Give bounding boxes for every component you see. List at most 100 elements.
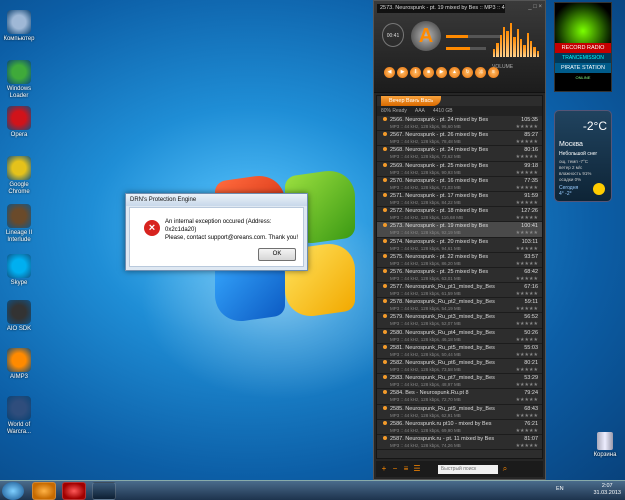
playlist-row[interactable]: 2578. Neurospunk_Ru_pt2_mixed_by_Bes 59:1… [377,298,542,314]
next-icon[interactable]: ▶ [436,67,447,78]
playlist-menu-icon[interactable]: ☰ [413,465,421,473]
playlist-row[interactable]: 2586. Neurospunk.ru pt10 - mixed by Bes 7… [377,420,542,435]
playlist-row[interactable]: 2579. Neurospunk_Ru_pt3_mixed_by_Bes 56:5… [377,313,542,329]
radio-station-2[interactable]: TRANCEMISSION [555,53,611,63]
track-name: 2581. Neurospunk_Ru_pt5_mixed_by_Bes [383,344,542,352]
playlist-tab[interactable]: Вечер Ванъ Вась [381,96,441,106]
aimp-taskbar-icon[interactable] [32,482,56,500]
rating-stars[interactable]: ★★★★★ [516,321,538,327]
playlist-row[interactable]: 2583. Neurospunk_Ru_pt7_mixed_by_Bes 53:2… [377,374,542,390]
playlist-row[interactable]: 2575. Neurospunk - pt. 22 mixed by Bes 93… [377,253,542,268]
playlist-row[interactable]: 2572. Neurospunk - pt. 18 mixed by Bes 12… [377,207,542,223]
playlist-row[interactable]: 2587. Neurospunk.ru - pt. 11 mixed by Be… [377,435,542,451]
playlist-row[interactable]: 2585. Neurospunk_Ru_pt9_mixed_by_Bes 68:4… [377,405,542,420]
rating-stars[interactable]: ★★★★★ [516,154,538,160]
language-indicator[interactable]: EN [556,486,564,492]
playlist-row[interactable]: 2577. Neurospunk_Ru_pt1_mixed_by_Bes 67:1… [377,283,542,299]
rating-stars[interactable]: ★★★★★ [516,185,538,191]
play-icon[interactable]: ▶ [397,67,408,78]
open-icon[interactable]: ▲ [449,67,460,78]
window-controls[interactable]: _ □ × [528,4,542,10]
rating-stars[interactable]: ★★★★★ [516,428,538,434]
rating-stars[interactable]: ★★★★★ [516,443,538,449]
shuffle-icon[interactable]: ⤨ [475,67,486,78]
playlist-row[interactable]: 2566. Neurospunk - pt. 24 mixed by Bes 10… [377,116,542,132]
playlist-row[interactable]: 2576. Neurospunk - pt. 25 mixed by Bes 68… [377,268,542,284]
time-display[interactable]: 00:41 [382,23,404,47]
desktop-icon[interactable]: Windows Loader [1,60,37,100]
desktop-icon-label: World of Warcra... [6,422,32,435]
rating-stars[interactable]: ★★★★★ [516,306,538,312]
desktop-icon[interactable]: Компьютер [1,10,37,43]
rating-stars[interactable]: ★★★★★ [516,291,538,297]
opera-taskbar-icon[interactable] [62,482,86,500]
ok-button[interactable]: OK [258,248,296,261]
quick-search-input[interactable]: Быстрый поиск [438,464,498,474]
stop-icon[interactable]: ■ [423,67,434,78]
playlist-row[interactable]: 2580. Neurospunk_Ru_pt4_mixed_by_Bes 50:2… [377,329,542,344]
app-taskbar-icon[interactable] [92,482,116,500]
playlist-size: 4410 GB [432,108,453,114]
recycle-bin[interactable]: Корзина [590,432,620,458]
clock[interactable]: 2:07 31.03.2013 [593,483,621,497]
rating-stars[interactable]: ★★★★★ [516,352,538,358]
playlist-row[interactable]: 2584. Bes - Neurospunk.Ru.pt 8 79:24 MP3 :… [377,389,542,405]
desktop-icon-label: Opera [10,132,28,138]
track-name: 2574. Neurospunk - pt. 20 mixed by Bes [383,238,542,246]
desktop-icon[interactable]: AIMP3 [1,348,37,381]
rating-stars[interactable]: ★★★★★ [516,397,538,403]
rating-stars[interactable]: ★★★★★ [516,170,538,176]
playlist-row[interactable]: 2571. Neurospunk - pt. 17 mixed by Bes 91… [377,192,542,208]
track-name: 2570. Neurospunk - pt. 16 mixed by Bes [383,177,542,185]
spectrum-bar [526,33,529,57]
playlist-row[interactable]: 2573. Neurospunk - pt. 19 mixed by Bes 10… [377,222,542,238]
weather-day-temp: 4° -2° [559,191,572,197]
weather-gadget[interactable]: -2°C Москва Небольшой снег ощ. темп -7°C… [554,110,612,202]
rating-stars[interactable]: ★★★★★ [516,367,538,373]
prev-icon[interactable]: ◀ [384,67,395,78]
rating-stars[interactable]: ★★★★★ [516,200,538,206]
desktop-icon[interactable]: World of Warcra... [1,396,37,436]
radio-station-1[interactable]: RECORD RADIO [555,43,611,53]
rating-stars[interactable]: ★★★★★ [516,413,538,419]
desktop-icon[interactable]: Skype [1,254,37,287]
eq-icon[interactable]: ≡ [488,67,499,78]
radio-station-3[interactable]: PIRATE STATION [555,63,611,73]
radio-gadget[interactable]: RECORD RADIO TRANCEMISSION PIRATE STATIO… [554,2,612,92]
playlist-row[interactable]: 2568. Neurospunk - pt. 24 mixed by Bes 80… [377,146,542,162]
track-duration: 67:16 [524,284,538,291]
rating-stars[interactable]: ★★★★★ [516,246,538,252]
playlist-row[interactable]: 2581. Neurospunk_Ru_pt5_mixed_by_Bes 55:0… [377,344,542,359]
rating-stars[interactable]: ★★★★★ [516,124,538,130]
add-icon[interactable]: + [380,465,388,473]
search-icon[interactable]: ⌕ [501,465,509,473]
repeat-icon[interactable]: ↻ [462,67,473,78]
remove-icon[interactable]: − [391,465,399,473]
pause-icon[interactable]: ‖ [410,67,421,78]
rating-stars[interactable]: ★★★★★ [516,382,538,388]
rating-stars[interactable]: ★★★★★ [516,230,538,236]
playlist-row[interactable]: 2574. Neurospunk - pt. 20 mixed by Bes 10… [377,238,542,253]
rating-stars[interactable]: ★★★★★ [516,139,538,145]
rating-stars[interactable]: ★★★★★ [516,215,538,221]
desktop-icon-label: AIO SDK [6,326,32,332]
sort-icon[interactable]: ≡ [402,465,410,473]
desktop-icon[interactable]: Google Chrome [1,156,37,196]
playlist-row[interactable]: 2582. Neurospunk_Ru_pt6_mixed_by_Bes 80:2… [377,359,542,375]
start-button[interactable] [2,482,24,500]
dialog-title: DRN's Protection Engine [126,194,307,206]
recycle-bin-label: Корзина [593,452,617,458]
spectrum-bar [523,45,526,57]
volume-slider[interactable] [446,47,486,50]
desktop-icon[interactable]: AIO SDK [1,300,37,333]
desktop-icon[interactable]: Lineage II Interlude [1,204,37,244]
rating-stars[interactable]: ★★★★★ [516,261,538,267]
playlist-row[interactable]: 2569. Neurospunk - pt. 25 mixed by Bes 99… [377,162,542,177]
playlist-row[interactable]: 2570. Neurospunk - pt. 16 mixed by Bes 77… [377,177,542,192]
rating-stars[interactable]: ★★★★★ [516,276,538,282]
spectrum-bar [533,47,536,57]
playlist-row[interactable]: 2567. Neurospunk - pt. 26 mixed by Bes 85… [377,131,542,147]
spectrum-bar [499,35,503,57]
desktop-icon[interactable]: Opera [1,106,37,139]
rating-stars[interactable]: ★★★★★ [516,337,538,343]
